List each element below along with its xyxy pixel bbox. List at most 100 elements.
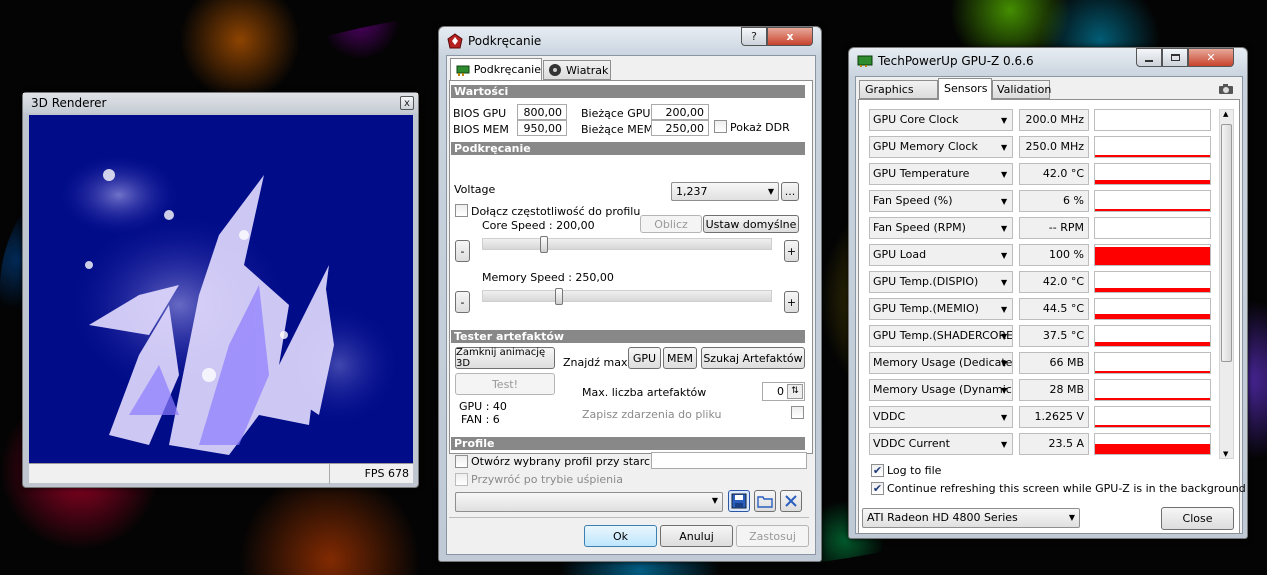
sensor-graph-fill <box>1095 247 1210 265</box>
apply-button[interactable]: Zastosuj <box>736 525 809 547</box>
camera-icon[interactable] <box>1218 83 1234 95</box>
maximize-icon <box>1170 54 1180 61</box>
attach-freq-checkbox[interactable] <box>455 204 468 217</box>
memory-speed-plus-button[interactable]: + <box>784 291 799 313</box>
gpu-status: GPU : 40 <box>459 400 507 413</box>
delete-profile-button[interactable] <box>780 490 802 512</box>
bios-gpu-label: BIOS GPU <box>453 107 507 120</box>
renderer-titlebar[interactable]: 3D Renderer <box>23 93 418 113</box>
find-max-mem-button[interactable]: MEM <box>663 347 697 369</box>
save-profile-button[interactable] <box>728 490 750 512</box>
core-speed-slider[interactable] <box>482 238 772 250</box>
sensor-name-select[interactable]: Memory Usage (Dynamic) ▼ <box>869 379 1013 401</box>
close-animation-button[interactable]: Zamknij animację 3D <box>455 347 555 369</box>
sensor-graph <box>1094 136 1211 158</box>
floppy-disk-icon <box>731 493 747 509</box>
profile-select[interactable]: ▼ <box>455 492 723 512</box>
tab-validation[interactable]: Validation <box>992 80 1051 99</box>
sensor-value: 6 % <box>1019 190 1089 212</box>
gpuz-close-dialog-button[interactable]: Close <box>1161 507 1234 530</box>
test-button[interactable]: Test! <box>455 373 555 395</box>
sensor-value: 200.0 MHz <box>1019 109 1089 131</box>
sensor-name: Fan Speed (RPM) <box>873 221 966 234</box>
sensor-name-select[interactable]: Fan Speed (%) ▼ <box>869 190 1013 212</box>
cancel-button[interactable]: Anuluj <box>660 525 733 547</box>
help-button[interactable]: ? <box>741 27 767 46</box>
sensor-name-select[interactable]: VDDC ▼ <box>869 406 1013 428</box>
sensor-scrollbar[interactable]: ▲ ▼ <box>1219 109 1234 459</box>
save-events-checkbox[interactable] <box>791 406 804 419</box>
close-button[interactable]: x <box>767 27 813 46</box>
chevron-down-icon: ▼ <box>1001 116 1008 125</box>
open-profile-button[interactable] <box>754 490 776 512</box>
device-name: ATI Radeon HD 4800 Series <box>867 511 1018 524</box>
renderer-title: 3D Renderer <box>31 96 107 110</box>
show-ddr-checkbox[interactable] <box>714 120 727 133</box>
scrollbar-thumb[interactable] <box>1221 124 1232 362</box>
sensor-name-select[interactable]: GPU Core Clock ▼ <box>869 109 1013 131</box>
sensor-value: 23.5 A <box>1019 433 1089 455</box>
core-speed-minus-button[interactable]: - <box>455 240 470 262</box>
open-profile-checkbox[interactable] <box>455 455 468 468</box>
maximize-button[interactable] <box>1162 48 1188 67</box>
memory-speed-slider[interactable] <box>482 290 772 302</box>
chevron-down-icon: ▼ <box>767 187 774 196</box>
sensor-name-select[interactable]: GPU Load ▼ <box>869 244 1013 266</box>
sensor-value: 37.5 °C <box>1019 325 1089 347</box>
renderer-close-button[interactable]: x <box>400 96 414 110</box>
scroll-down-icon[interactable]: ▼ <box>1223 450 1228 458</box>
continue-refresh-label: Continue refreshing this screen while GP… <box>887 482 1246 495</box>
core-speed-slider-thumb[interactable] <box>540 236 548 253</box>
tab-sensors[interactable]: Sensors <box>938 78 992 100</box>
memory-speed-label: Memory Speed : 250,00 <box>482 271 614 284</box>
sensor-name-select[interactable]: Memory Usage (Dedicated) ▼ <box>869 352 1013 374</box>
ok-button[interactable]: Ok <box>584 525 657 547</box>
voltage-select[interactable]: 1,237 ▼ <box>671 182 779 201</box>
sensor-name-select[interactable]: GPU Temperature ▼ <box>869 163 1013 185</box>
gpuz-close-button[interactable]: ✕ <box>1188 48 1234 67</box>
bios-gpu-field: 800,00 <box>517 104 567 120</box>
sensor-graph-fill <box>1095 342 1210 346</box>
sensor-row: Fan Speed (RPM) ▼ -- RPM <box>869 217 1211 239</box>
sensor-value: 44.5 °C <box>1019 298 1089 320</box>
memory-speed-slider-thumb[interactable] <box>555 288 563 305</box>
scroll-up-icon[interactable]: ▲ <box>1223 110 1228 118</box>
tab-fan[interactable]: Wiatrak <box>543 60 611 80</box>
tab-overclock[interactable]: Podkręcanie <box>450 58 542 80</box>
restore-sleep-checkbox[interactable] <box>455 473 468 486</box>
find-max-gpu-button[interactable]: GPU <box>628 347 661 369</box>
device-select[interactable]: ATI Radeon HD 4800 Series ▼ <box>862 508 1080 528</box>
sensors-panel: GPU Core Clock ▼ 200.0 MHz GPU Memory Clock… <box>858 99 1246 534</box>
continue-refresh-checkbox[interactable]: ✔ <box>871 482 884 495</box>
calculate-button[interactable]: Oblicz <box>640 215 702 233</box>
sensor-name: GPU Load <box>873 248 927 261</box>
folder-icon <box>757 496 773 508</box>
sensor-name: GPU Temp.(SHADERCORE) <box>873 329 1013 342</box>
chevron-down-icon: ▼ <box>1001 359 1008 368</box>
sensor-name-select[interactable]: Fan Speed (RPM) ▼ <box>869 217 1013 239</box>
sensor-name-select[interactable]: GPU Memory Clock ▼ <box>869 136 1013 158</box>
sensor-value: 66 MB <box>1019 352 1089 374</box>
set-defaults-button[interactable]: Ustaw domyślne <box>703 215 799 233</box>
tab-graphics-card[interactable]: Graphics Card <box>859 80 938 113</box>
sensor-name-select[interactable]: GPU Temp.(DISPIO) ▼ <box>869 271 1013 293</box>
log-to-file-checkbox[interactable]: ✔ <box>871 464 884 477</box>
sensor-name-select[interactable]: VDDC Current ▼ <box>869 433 1013 455</box>
memory-speed-minus-button[interactable]: - <box>455 291 470 313</box>
sensor-value: 42.0 °C <box>1019 163 1089 185</box>
open-profile-field[interactable] <box>651 452 807 469</box>
chevron-down-icon: ▼ <box>711 496 718 505</box>
sensor-name-select[interactable]: GPU Temp.(MEMIO) ▼ <box>869 298 1013 320</box>
core-speed-plus-button[interactable]: + <box>784 240 799 262</box>
fps-bar: FPS 678 <box>29 463 413 484</box>
minimize-button[interactable] <box>1136 48 1162 67</box>
section-profile: Profile <box>451 437 805 450</box>
sensor-row: GPU Temperature ▼ 42.0 °C <box>869 163 1211 185</box>
show-ddr-label: Pokaż DDR <box>730 121 790 134</box>
voltage-more-button[interactable]: ... <box>781 182 799 201</box>
sensor-name-select[interactable]: GPU Temp.(SHADERCORE) ▼ <box>869 325 1013 347</box>
search-artifacts-button[interactable]: Szukaj Artefaktów <box>701 347 805 369</box>
max-artifacts-field[interactable]: 0 ⇅ <box>762 382 805 401</box>
sensor-graph <box>1094 271 1211 293</box>
chevron-down-icon: ▼ <box>1001 251 1008 260</box>
